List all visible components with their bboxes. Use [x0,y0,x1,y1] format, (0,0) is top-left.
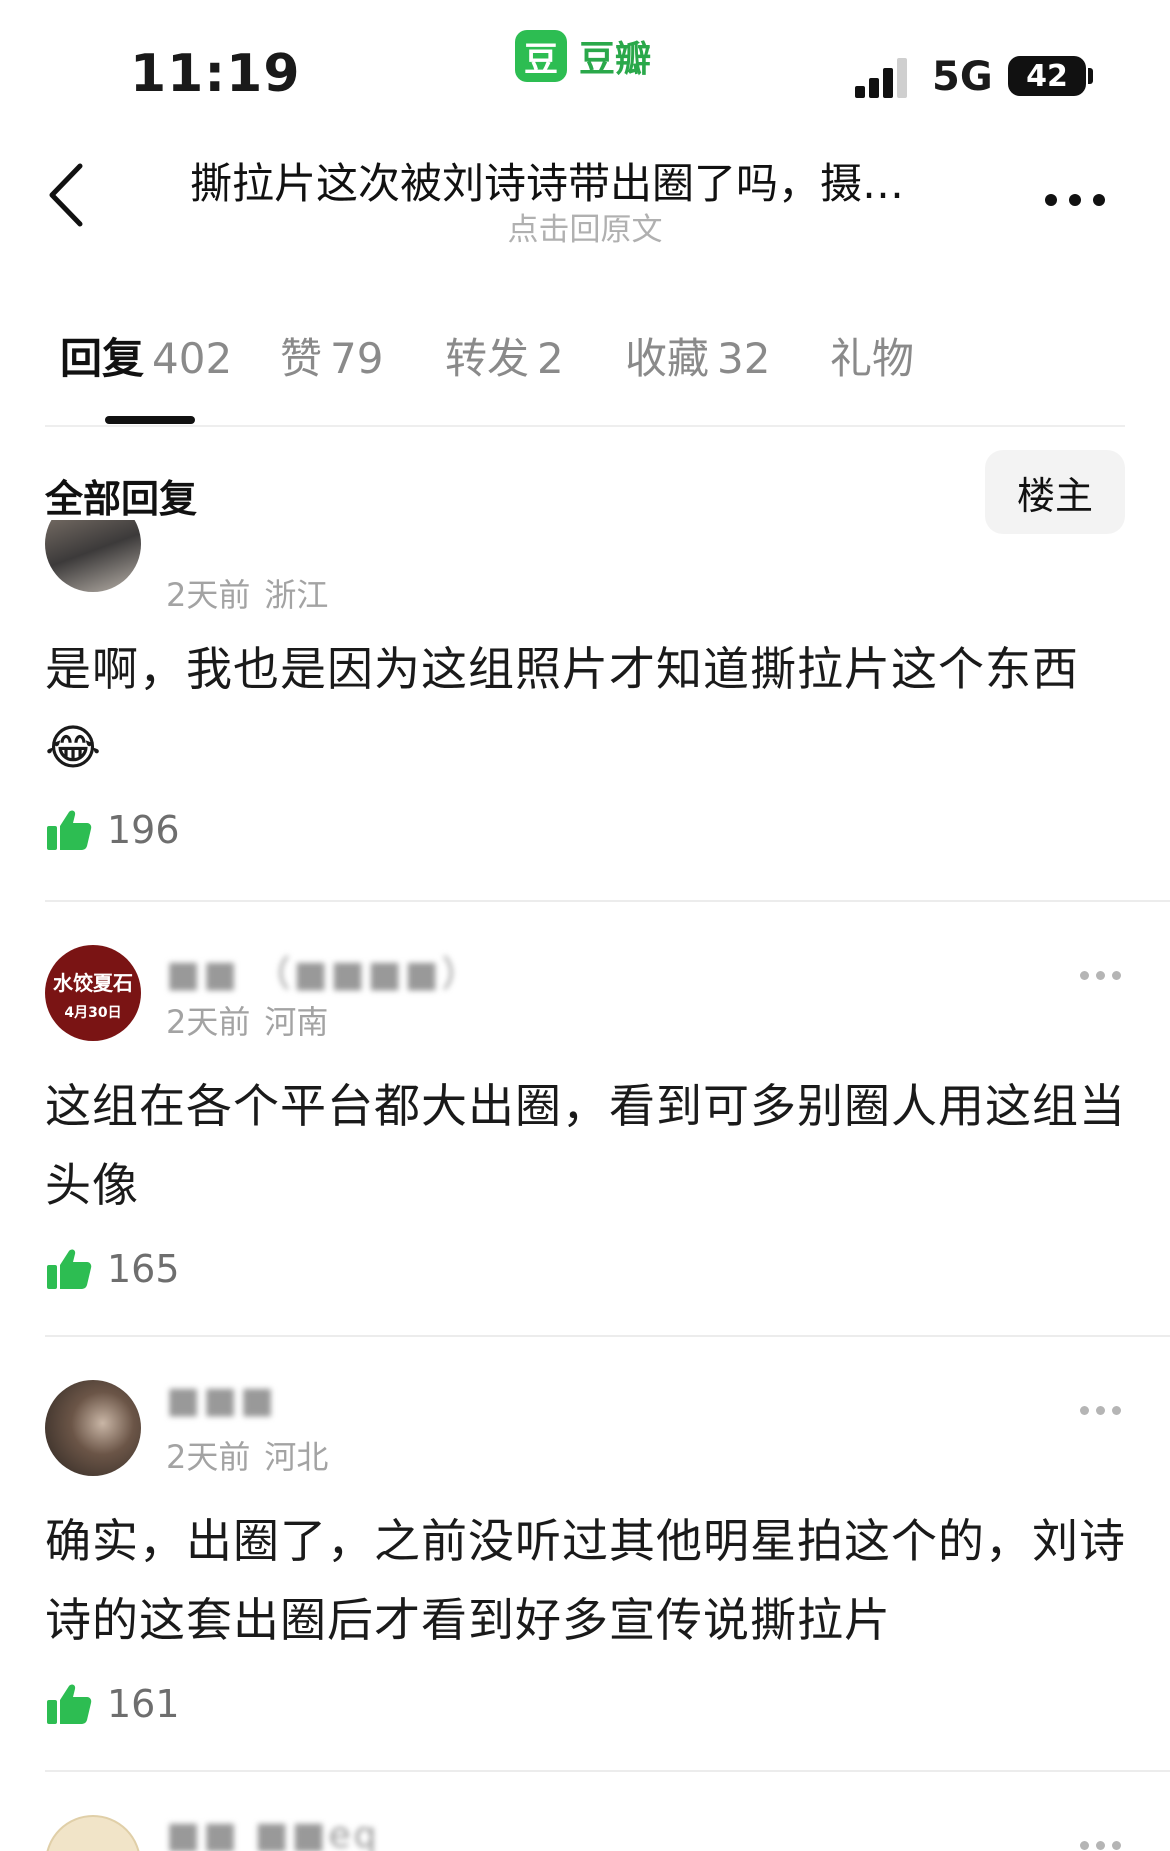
laughing-tears-emoji-icon: 😂 [45,720,103,776]
status-time: 11:19 [130,44,301,104]
comment-item: ■■ ■■eq [0,1815,1170,1851]
thumbs-up-icon [47,1249,92,1289]
comment-item: ■■■ 2天前 河北 确实，出圈了，之前没听过其他明星拍这个的，刘诗诗的这套出圈后… [0,1380,1170,1770]
comment-divider [45,900,1170,902]
avatar[interactable]: 水饺夏石 4月30日 [45,945,141,1041]
like-count: 161 [107,1682,180,1726]
nav-bar: 撕拉片这次被刘诗诗带出圈了吗，摄… 点击回原文 [0,130,1170,260]
username[interactable]: ■■ （■■■■） [166,945,481,997]
comment-more-button[interactable] [1080,1837,1124,1851]
tab-gifts[interactable]: 礼物 [830,325,922,386]
comment-more-button[interactable] [1080,967,1124,987]
battery-icon: 42 [1008,56,1086,96]
thumbs-up-icon [47,1684,92,1724]
comment-meta: 2天前 浙江 [166,576,329,614]
comment-divider [45,1335,1170,1337]
like-button[interactable]: 161 [45,1680,180,1728]
comment-item: 水饺夏石 4月30日 ■■ （■■■■） 2天前 河南 这组在各个平台都大出圈，看… [0,945,1170,1335]
active-tab-indicator [105,416,195,424]
network-type: 5G [932,54,993,100]
avatar[interactable] [45,1380,141,1476]
tab-collections[interactable]: 收藏 32 [625,325,770,386]
douban-logo-icon: 豆 [515,30,567,82]
post-tabs: 回复 402 赞 79 转发 2 收藏 32 礼物 [45,325,1125,425]
comment-item: 2天前 浙江 是啊，我也是因为这组照片才知道撕拉片这个东西 😂 196 [0,520,1170,900]
comment-text: 是啊，我也是因为这组照片才知道撕拉片这个东西 😂 [45,642,1079,776]
comment-meta: 2天前 河北 [166,1438,329,1476]
tab-replies[interactable]: 回复 402 [60,325,232,386]
battery-tip [1088,68,1093,84]
signal-icon [855,56,915,98]
like-count: 196 [107,808,180,852]
tab-likes[interactable]: 赞 79 [280,325,383,386]
like-button[interactable]: 165 [45,1245,180,1293]
comment-text: 确实，出圈了，之前没听过其他明星拍这个的，刘诗诗的这套出圈后才看到好多宣传说撕拉… [45,1514,1126,1647]
avatar[interactable] [45,1815,141,1851]
status-bar: 11:19 豆 豆瓣 5G 42 [0,0,1170,130]
comment-text: 这组在各个平台都大出圈，看到可多别圈人用这组当头像 [45,1079,1126,1212]
app-name: 豆瓣 [579,39,652,80]
username[interactable]: ■■ ■■eq [166,1815,380,1851]
comment-divider [45,1770,1170,1772]
post-title[interactable]: 撕拉片这次被刘诗诗带出圈了吗，摄… [190,150,980,211]
tabs-divider [45,425,1125,427]
app-badge: 豆 豆瓣 [515,30,651,82]
like-button[interactable]: 196 [45,806,180,854]
tab-reposts[interactable]: 转发 2 [445,325,564,386]
comment-more-button[interactable] [1080,1402,1124,1422]
username[interactable]: ■■■ [166,1380,277,1421]
all-replies-heading: 全部回复 [45,477,198,521]
comment-meta: 2天前 河南 [166,1003,329,1041]
like-count: 165 [107,1247,180,1291]
thumbs-up-icon [47,810,92,850]
more-options-button[interactable] [1045,180,1115,220]
back-to-original-link[interactable]: 点击回原文 [0,204,1170,249]
